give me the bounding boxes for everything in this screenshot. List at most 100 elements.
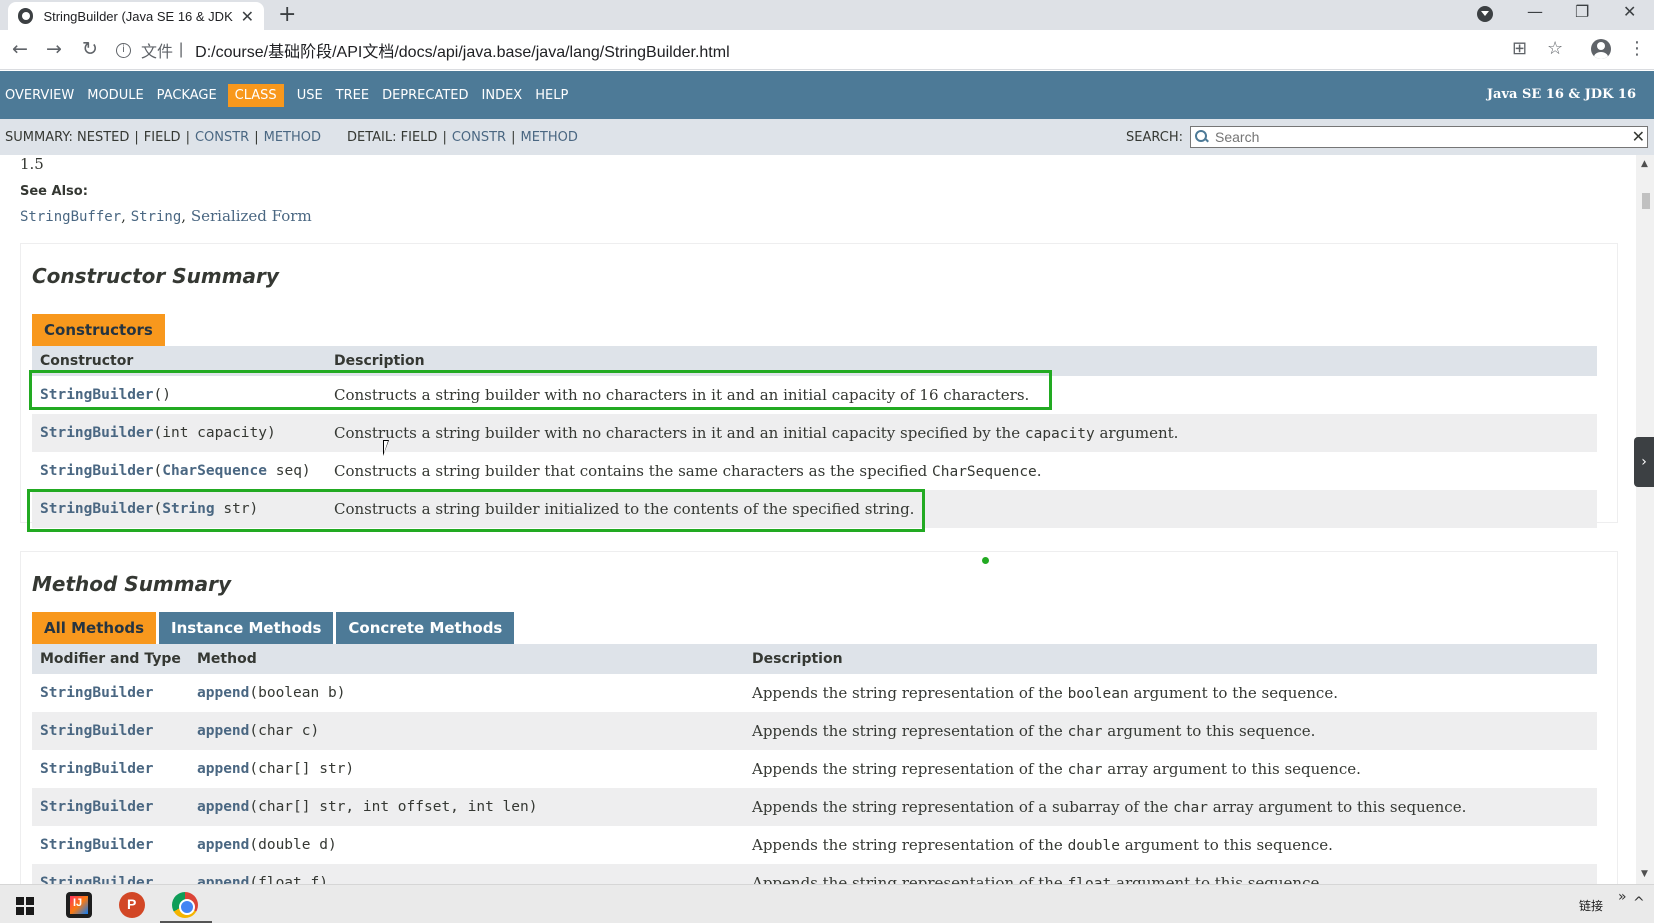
constructor-link[interactable]: StringBuilder xyxy=(40,501,154,517)
tab-strip: StringBuilder (Java SE 16 & JDK 16) ✕ + … xyxy=(0,0,1654,30)
nav-module[interactable]: MODULE xyxy=(87,84,143,107)
see-also-string-link[interactable]: String xyxy=(131,209,182,225)
return-type-link[interactable]: StringBuilder xyxy=(32,799,189,815)
nav-use[interactable]: USE xyxy=(297,84,323,107)
javadoc-top-nav: OVERVIEW MODULE PACKAGE CLASS USE TREE D… xyxy=(0,71,1654,119)
intellij-idea-icon[interactable] xyxy=(66,892,92,918)
method-summary: Method Summary All Methods Instance Meth… xyxy=(20,551,1618,884)
tab-all-methods[interactable]: All Methods xyxy=(32,612,157,644)
constructor-desc: Constructs a string builder with no char… xyxy=(334,386,1030,404)
browser-menu-icon[interactable]: ⋮ xyxy=(1628,38,1646,59)
nav-overview[interactable]: OVERVIEW xyxy=(5,84,74,107)
desc-code: double xyxy=(1067,838,1120,854)
constructor-link[interactable]: StringBuilder xyxy=(40,425,154,441)
reload-button[interactable]: ↻ xyxy=(82,38,98,60)
method-desc: Appends the string representation of the… xyxy=(744,684,1338,702)
string-link[interactable]: String xyxy=(162,501,214,517)
search-input[interactable] xyxy=(1215,129,1615,145)
method-link[interactable]: append xyxy=(197,761,249,777)
restore-button[interactable]: ❐ xyxy=(1575,2,1589,21)
desc-code: char xyxy=(1067,724,1103,740)
nav-deprecated[interactable]: DEPRECATED xyxy=(382,84,468,107)
tab-instance-methods[interactable]: Instance Methods xyxy=(159,612,334,644)
return-type-link[interactable]: StringBuilder xyxy=(32,761,189,777)
return-type-link[interactable]: StringBuilder xyxy=(32,875,189,884)
method-link[interactable]: append xyxy=(197,837,249,853)
back-button[interactable]: ← xyxy=(12,38,28,60)
summary-method-link[interactable]: METHOD xyxy=(264,130,321,145)
constructor-desc: Constructs a string builder initialized … xyxy=(334,500,915,518)
bookmark-star-icon[interactable]: ☆ xyxy=(1547,38,1563,59)
nav-help[interactable]: HELP xyxy=(535,84,568,107)
see-also-serialized-form-link[interactable]: Serialized Form xyxy=(191,207,312,225)
desc-text: Appends the string representation of the xyxy=(752,722,1068,740)
table-row: StringBuilder append(char[] str, int off… xyxy=(32,788,1597,826)
desc-text: Appends the string representation of the xyxy=(752,760,1068,778)
method-signature: append(char[] str) xyxy=(189,761,744,777)
browser-tab[interactable]: StringBuilder (Java SE 16 & JDK 16) ✕ xyxy=(8,2,264,30)
method-link[interactable]: append xyxy=(197,723,249,739)
tab-concrete-methods[interactable]: Concrete Methods xyxy=(336,612,515,644)
method-signature: append(float f) xyxy=(189,875,744,884)
method-link[interactable]: append xyxy=(197,799,249,815)
translate-icon[interactable]: ⊞ xyxy=(1512,38,1527,59)
nav-tree[interactable]: TREE xyxy=(336,84,369,107)
constructor-signature: StringBuilder(CharSequence seq) xyxy=(32,463,326,479)
summary-constr-link[interactable]: CONSTR xyxy=(195,130,249,145)
method-link[interactable]: append xyxy=(197,685,249,701)
detail-constr-link[interactable]: CONSTR xyxy=(452,130,506,145)
scroll-thumb[interactable] xyxy=(1642,193,1650,209)
url-text[interactable]: D:/course/基础阶段/API文档/docs/api/java.base/… xyxy=(195,38,729,62)
return-type-link[interactable]: StringBuilder xyxy=(32,837,189,853)
desc-code: char xyxy=(1067,762,1103,778)
method-link[interactable]: append xyxy=(197,875,249,884)
desc-code: char xyxy=(1173,800,1208,816)
scroll-down-icon[interactable]: ▼ xyxy=(1641,869,1648,879)
info-icon[interactable]: i xyxy=(116,42,131,58)
pipe-separator: | xyxy=(185,129,190,145)
avatar[interactable] xyxy=(1591,39,1611,59)
see-also-stringbuffer-link[interactable]: StringBuffer xyxy=(20,209,121,225)
nav-index[interactable]: INDEX xyxy=(482,84,523,107)
table-row: StringBuilder append(float f) Appends th… xyxy=(32,864,1597,884)
return-type-link[interactable]: StringBuilder xyxy=(32,723,189,739)
windows-start-icon[interactable] xyxy=(16,897,34,915)
tab-close-icon[interactable]: ✕ xyxy=(241,7,254,26)
powerpoint-icon[interactable] xyxy=(119,892,145,918)
links-toolbar-label[interactable]: 链接 xyxy=(1579,897,1603,914)
side-panel-toggle[interactable]: › xyxy=(1634,437,1654,487)
pipe-separator: | xyxy=(134,129,139,145)
page-scrollbar[interactable]: ▲ ▼ xyxy=(1636,155,1654,884)
detail-method-link[interactable]: METHOD xyxy=(520,130,577,145)
minimize-button[interactable]: — xyxy=(1527,2,1543,21)
tray-chevron-icon[interactable]: ^ xyxy=(1633,895,1645,911)
return-type-link[interactable]: StringBuilder xyxy=(32,685,189,701)
detail-label: DETAIL: xyxy=(347,129,397,145)
search-reset-icon[interactable]: ✕ xyxy=(1632,127,1645,146)
globe-icon xyxy=(18,8,34,24)
table-row: StringBuilder append(double d) Appends t… xyxy=(32,826,1597,864)
chrome-icon[interactable] xyxy=(172,892,198,918)
close-window-button[interactable]: ✕ xyxy=(1623,2,1636,21)
desc-code: boolean xyxy=(1067,686,1129,702)
constructor-link[interactable]: StringBuilder xyxy=(40,463,154,479)
constructor-table: Constructor Description StringBuilder() … xyxy=(32,346,1597,528)
taskbar: 链接 » ^ xyxy=(0,884,1654,923)
method-params: (char[] str) xyxy=(249,761,355,777)
charsequence-link[interactable]: CharSequence xyxy=(162,463,267,479)
header-description: Description xyxy=(752,651,843,667)
header-method: Method xyxy=(197,651,257,667)
forward-button[interactable]: → xyxy=(46,38,62,60)
method-signature: append(double d) xyxy=(189,837,744,853)
new-tab-button[interactable]: + xyxy=(278,2,296,27)
toolbar-expand-icon[interactable]: » xyxy=(1618,889,1627,905)
address-bar[interactable]: i 文件 | D:/course/基础阶段/API文档/docs/api/jav… xyxy=(116,35,1516,65)
profile-dropdown-icon[interactable] xyxy=(1477,6,1493,22)
scroll-up-icon[interactable]: ▲ xyxy=(1641,159,1648,169)
see-also-links: StringBuffer, String, Serialized Form xyxy=(20,207,312,225)
constructor-desc: Constructs a string builder with no char… xyxy=(326,424,1178,442)
method-signature: append(char[] str, int offset, int len) xyxy=(189,799,744,815)
constructor-link[interactable]: StringBuilder xyxy=(40,387,154,403)
nav-package[interactable]: PACKAGE xyxy=(157,84,217,107)
constructor-params: ( xyxy=(153,463,163,479)
